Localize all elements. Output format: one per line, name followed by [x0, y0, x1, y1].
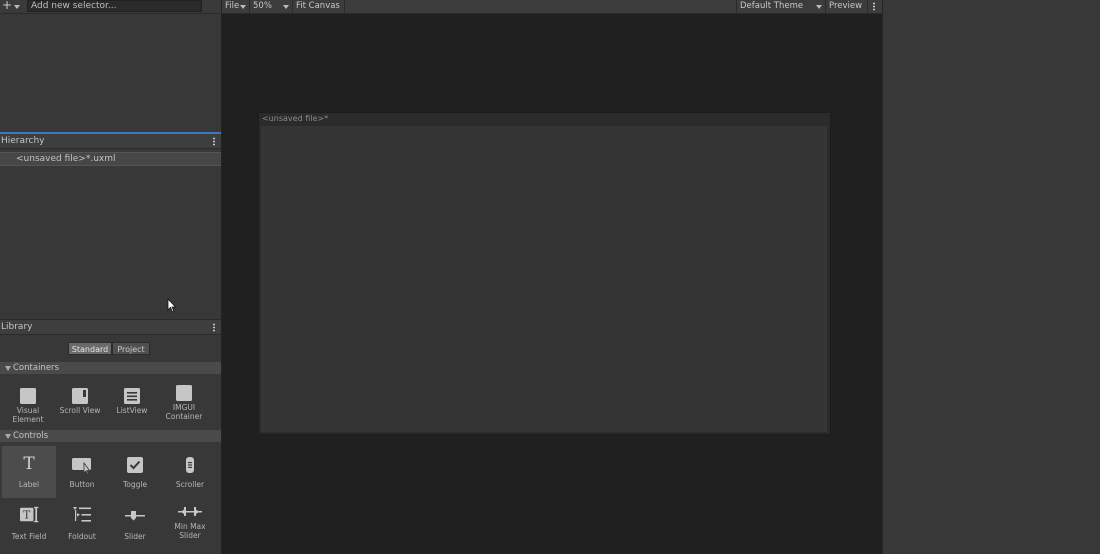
inspector-panel [882, 0, 1100, 554]
svg-text:T: T [23, 509, 31, 522]
button-icon [72, 458, 91, 474]
preview-button[interactable]: Preview [826, 0, 868, 13]
category-label: Controls [13, 431, 49, 441]
chevron-down-icon[interactable] [14, 5, 20, 9]
toggle-icon [127, 457, 143, 473]
library-item-label: IMGUI Container [165, 403, 203, 421]
imgui-container-icon [176, 385, 192, 401]
library-item-label: Toggle [122, 480, 148, 489]
library-header: Library [0, 319, 221, 335]
library-item-toggle[interactable]: Toggle [108, 446, 162, 498]
scroll-view-icon [72, 388, 88, 404]
library-item-label: ListView [116, 406, 148, 415]
hierarchy-item[interactable]: <unsaved file>*.uxml [0, 152, 221, 166]
tab-project[interactable]: Project [112, 342, 150, 355]
library-item-label: Min Max Slider [174, 522, 206, 540]
hierarchy-title: Hierarchy [1, 136, 45, 146]
library-item-scroller[interactable]: Scroller [163, 446, 217, 498]
fit-canvas-button[interactable]: Fit Canvas [293, 0, 345, 13]
svg-text:T: T [23, 454, 35, 472]
triangle-down-icon [5, 366, 11, 371]
min-max-slider-icon [178, 507, 202, 516]
hierarchy-header: Hierarchy [0, 134, 221, 149]
tab-standard[interactable]: Standard [68, 342, 112, 355]
library-item-label: Button [69, 480, 95, 489]
library-item-label: Text Field [11, 532, 47, 541]
library-item-label: Visual Element [12, 406, 44, 424]
library-item-label: Slider [124, 532, 146, 541]
library-item-slider[interactable]: Slider [108, 498, 162, 550]
category-containers[interactable]: Containers [0, 362, 221, 374]
plus-icon[interactable]: + [2, 0, 12, 12]
fit-canvas-label: Fit Canvas [296, 1, 340, 11]
label-icon: T [23, 454, 35, 472]
library-title: Library [1, 322, 33, 332]
add-selector-input[interactable]: Add new selector... [27, 0, 202, 12]
library-item-imgui-container[interactable]: IMGUI Container [157, 380, 211, 432]
more-options-icon[interactable] [213, 137, 215, 146]
library-item-foldout[interactable]: Foldout [55, 498, 109, 550]
library-item-scroll-view[interactable]: Scroll View [53, 383, 107, 435]
visual-element-icon [20, 388, 36, 404]
file-menu-label: File [225, 1, 240, 11]
library-item-label-control[interactable]: T Label [2, 446, 56, 498]
library-item-button[interactable]: Button [55, 446, 109, 498]
foldout-icon [73, 507, 91, 522]
mouse-cursor-icon [167, 298, 177, 313]
library-item-label: Scroll View [59, 406, 101, 415]
category-label: Containers [13, 363, 59, 373]
library-item-visual-element[interactable]: Visual Element [1, 383, 55, 435]
slider-icon [125, 511, 145, 521]
hierarchy-item-label: <unsaved file>*.uxml [16, 154, 116, 164]
canvas[interactable] [261, 126, 827, 432]
theme-dropdown[interactable]: Default Theme [736, 0, 826, 13]
theme-label: Default Theme [740, 1, 804, 11]
library-item-label: Label [18, 480, 40, 489]
more-options-icon[interactable] [213, 323, 215, 332]
zoom-label: 50% [253, 1, 272, 11]
stylesheets-bar: + Add new selector... [0, 0, 221, 14]
library-item-label: Foldout [68, 532, 96, 541]
scroller-icon [186, 457, 194, 473]
text-field-icon: T [20, 506, 39, 523]
more-options-icon[interactable] [873, 2, 875, 11]
category-controls[interactable]: Controls [0, 430, 221, 442]
file-menu[interactable]: File [222, 0, 250, 13]
list-view-icon [124, 388, 140, 404]
preview-label: Preview [829, 1, 863, 11]
zoom-dropdown[interactable]: 50% [250, 0, 293, 13]
triangle-down-icon [5, 434, 11, 439]
library-item-label: Scroller [175, 480, 205, 489]
library-item-min-max-slider[interactable]: Min Max Slider [163, 498, 217, 550]
canvas-title[interactable]: <unsaved file>* [262, 114, 328, 124]
library-item-listview[interactable]: ListView [105, 383, 159, 435]
library-item-text-field[interactable]: T Text Field [2, 498, 56, 550]
